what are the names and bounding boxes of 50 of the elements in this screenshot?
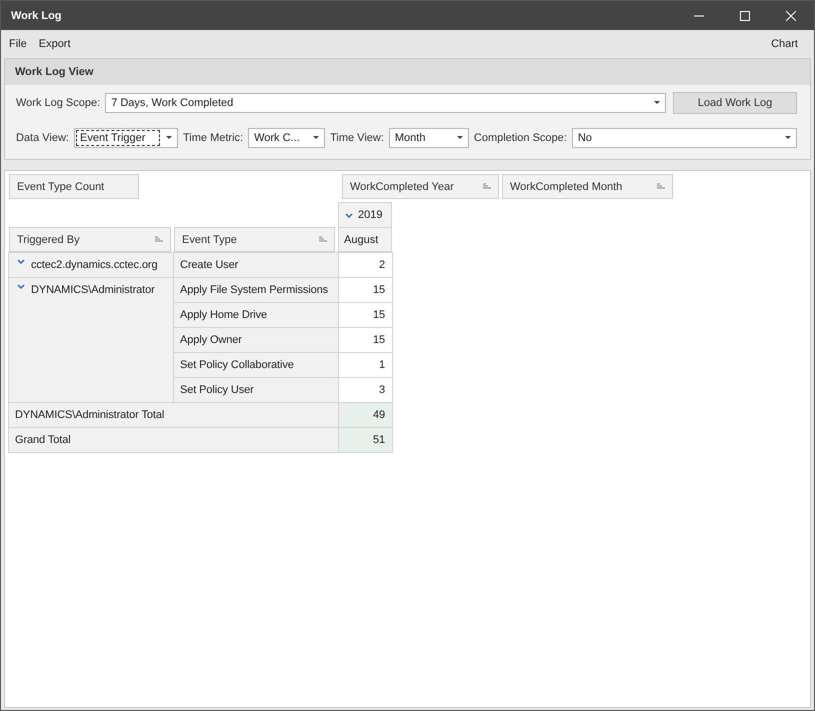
field-label: Time Metric: (183, 132, 244, 144)
scope-dropdown[interactable]: 7 Days, Work Completed (105, 93, 666, 113)
table-cell: 3 (339, 378, 392, 402)
row-field-button[interactable]: Event Type (174, 227, 335, 252)
field-label: Data View: (16, 132, 69, 144)
sort-icon[interactable] (155, 236, 163, 243)
panel-title: Work Log View (15, 66, 94, 78)
sort-icon[interactable] (483, 183, 491, 190)
filter-dropdown[interactable]: Month (388, 128, 469, 148)
row-header: Apply Owner (174, 328, 338, 352)
maximize-icon[interactable] (740, 10, 750, 20)
filter-dropdown[interactable]: Work C... (248, 128, 326, 148)
total-label: DYNAMICS\Administrator Total (9, 403, 338, 427)
sort-icon[interactable] (319, 236, 327, 243)
group-label: DYNAMICS\Administrator (31, 284, 155, 296)
total-label: Grand Total (9, 428, 338, 452)
year-label: 2019 (358, 209, 382, 221)
column-header: August (338, 227, 392, 252)
group-label: cctec2.dynamics.cctec.org (31, 259, 158, 271)
field-label: Time View: (330, 132, 384, 144)
row-header: Apply File System Permissions (174, 278, 338, 302)
load-button[interactable]: Load Work Log (673, 92, 797, 114)
row-header: Create User (174, 253, 338, 277)
sort-icon[interactable] (657, 183, 665, 190)
filter-dropdown[interactable]: No (572, 128, 797, 148)
data-field-button[interactable]: Event Type Count (9, 174, 139, 199)
table-cell: 15 (339, 278, 392, 302)
menu-item[interactable]: Chart (767, 38, 802, 50)
filter-dropdown[interactable]: Event Trigger (74, 128, 178, 148)
field-label: Work Log Scope: (16, 97, 100, 109)
close-icon[interactable] (786, 10, 796, 20)
column-field-button[interactable]: WorkCompleted Year (342, 174, 499, 199)
row-header: Set Policy User (174, 378, 338, 402)
total-cell: 51 (339, 428, 392, 452)
chevron-icon[interactable] (345, 212, 353, 218)
row-header: Set Policy Collaborative (174, 353, 338, 377)
total-cell: 49 (339, 403, 392, 427)
table-cell: 2 (339, 253, 392, 277)
table-cell: 15 (339, 328, 392, 352)
row-field-button[interactable]: Triggered By (9, 227, 171, 252)
window-title: Work Log (11, 10, 63, 22)
field-label: Completion Scope: (474, 132, 567, 144)
menu-item[interactable]: File (5, 38, 31, 50)
table-cell: 1 (339, 353, 392, 377)
chevron-icon[interactable] (17, 284, 25, 289)
menu-item[interactable]: Export (34, 38, 75, 50)
row-header: Apply Home Drive (174, 303, 338, 327)
table-cell: 15 (339, 303, 392, 327)
chevron-icon[interactable] (17, 259, 25, 264)
column-field-button[interactable]: WorkCompleted Month (502, 174, 673, 199)
